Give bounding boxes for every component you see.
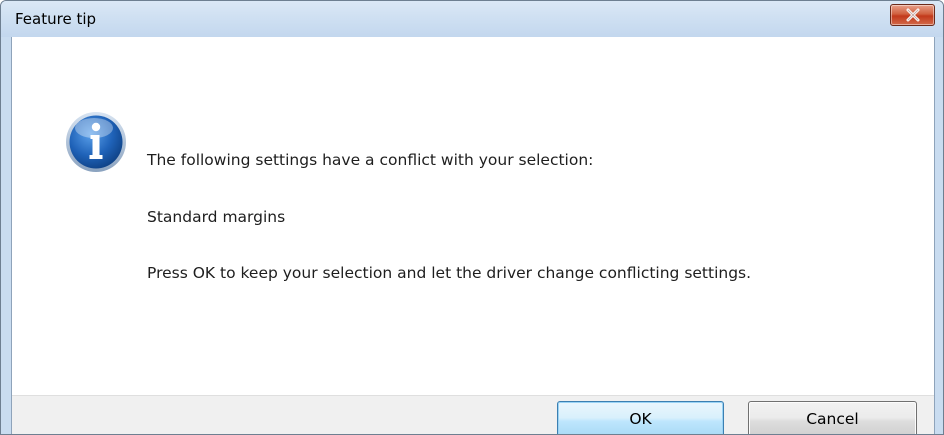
info-icon (66, 112, 126, 172)
instruction-message: Press OK to keep your selection and let … (147, 264, 752, 282)
conflict-message: The following settings have a conflict w… (147, 151, 594, 169)
dialog-client-area: The following settings have a conflict w… (11, 37, 935, 434)
cancel-button[interactable]: Cancel (748, 401, 917, 434)
close-button[interactable] (890, 4, 935, 26)
title-bar[interactable]: Feature tip (1, 1, 943, 37)
button-bar: OK Cancel (12, 395, 934, 434)
conflicting-setting: Standard margins (147, 208, 286, 226)
close-icon (906, 8, 920, 22)
ok-button[interactable]: OK (557, 401, 724, 434)
window-title: Feature tip (15, 10, 97, 28)
dialog-window: Feature tip The following settings have … (0, 0, 944, 435)
message-area: The following settings have a conflict w… (12, 37, 934, 395)
